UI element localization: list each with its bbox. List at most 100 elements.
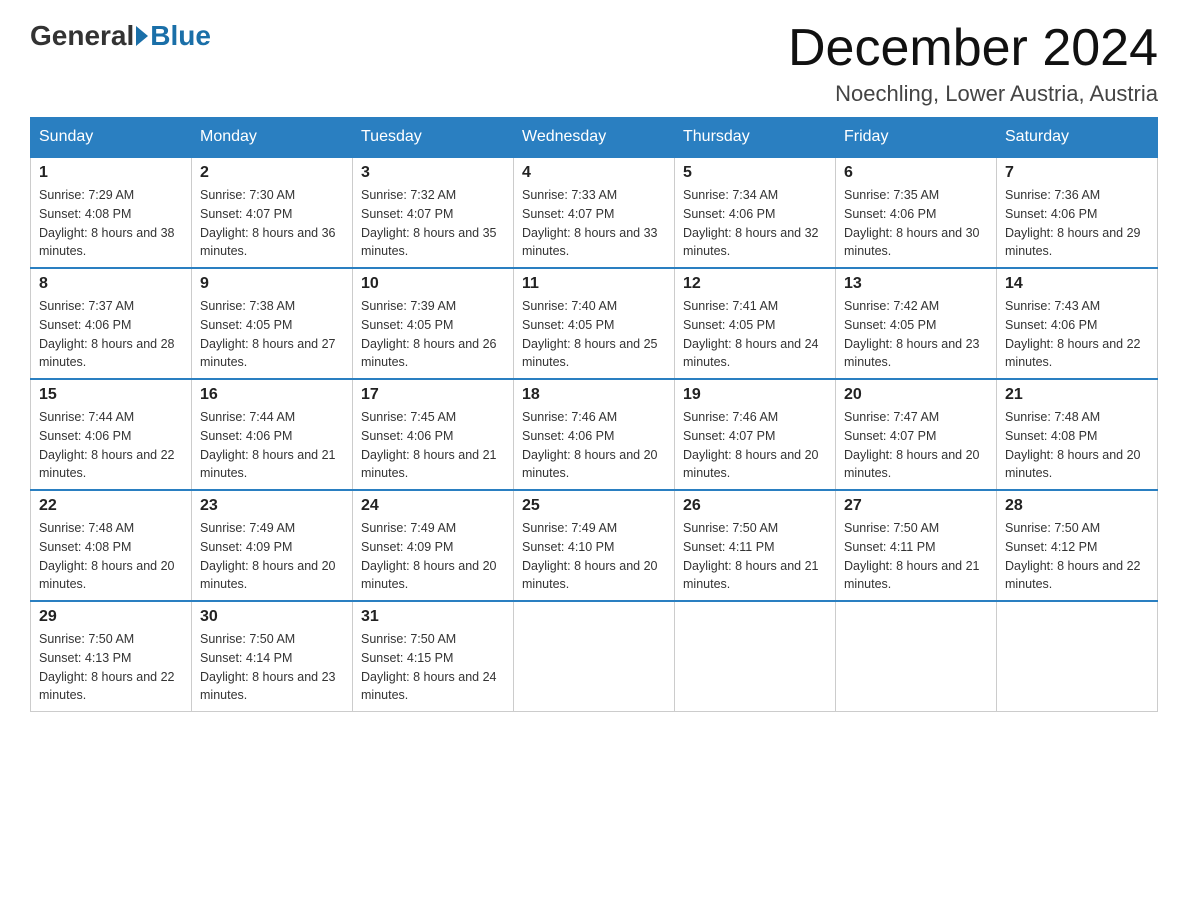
calendar-cell: 4 Sunrise: 7:33 AMSunset: 4:07 PMDayligh… <box>514 157 675 268</box>
day-number: 22 <box>39 497 183 515</box>
day-number: 3 <box>361 164 505 182</box>
day-info: Sunrise: 7:49 AMSunset: 4:10 PMDaylight:… <box>522 519 666 594</box>
day-number: 18 <box>522 386 666 404</box>
day-number: 30 <box>200 608 344 626</box>
day-number: 28 <box>1005 497 1149 515</box>
calendar-cell: 19 Sunrise: 7:46 AMSunset: 4:07 PMDaylig… <box>675 379 836 490</box>
day-number: 9 <box>200 275 344 293</box>
week-row-4: 22 Sunrise: 7:48 AMSunset: 4:08 PMDaylig… <box>31 490 1158 601</box>
logo-blue-text: Blue <box>150 20 211 52</box>
day-number: 20 <box>844 386 988 404</box>
day-info: Sunrise: 7:42 AMSunset: 4:05 PMDaylight:… <box>844 297 988 372</box>
calendar-cell: 12 Sunrise: 7:41 AMSunset: 4:05 PMDaylig… <box>675 268 836 379</box>
day-info: Sunrise: 7:39 AMSunset: 4:05 PMDaylight:… <box>361 297 505 372</box>
day-number: 11 <box>522 275 666 293</box>
day-number: 21 <box>1005 386 1149 404</box>
day-info: Sunrise: 7:40 AMSunset: 4:05 PMDaylight:… <box>522 297 666 372</box>
day-number: 12 <box>683 275 827 293</box>
calendar-cell: 29 Sunrise: 7:50 AMSunset: 4:13 PMDaylig… <box>31 601 192 712</box>
day-info: Sunrise: 7:48 AMSunset: 4:08 PMDaylight:… <box>39 519 183 594</box>
day-number: 13 <box>844 275 988 293</box>
calendar-cell: 31 Sunrise: 7:50 AMSunset: 4:15 PMDaylig… <box>353 601 514 712</box>
calendar-cell: 15 Sunrise: 7:44 AMSunset: 4:06 PMDaylig… <box>31 379 192 490</box>
day-number: 25 <box>522 497 666 515</box>
calendar-cell: 11 Sunrise: 7:40 AMSunset: 4:05 PMDaylig… <box>514 268 675 379</box>
calendar-cell <box>997 601 1158 712</box>
week-row-5: 29 Sunrise: 7:50 AMSunset: 4:13 PMDaylig… <box>31 601 1158 712</box>
day-number: 26 <box>683 497 827 515</box>
day-number: 24 <box>361 497 505 515</box>
day-number: 15 <box>39 386 183 404</box>
calendar-cell: 28 Sunrise: 7:50 AMSunset: 4:12 PMDaylig… <box>997 490 1158 601</box>
calendar-cell: 6 Sunrise: 7:35 AMSunset: 4:06 PMDayligh… <box>836 157 997 268</box>
calendar-cell: 22 Sunrise: 7:48 AMSunset: 4:08 PMDaylig… <box>31 490 192 601</box>
day-info: Sunrise: 7:38 AMSunset: 4:05 PMDaylight:… <box>200 297 344 372</box>
calendar-cell <box>514 601 675 712</box>
calendar-cell <box>675 601 836 712</box>
calendar-cell: 2 Sunrise: 7:30 AMSunset: 4:07 PMDayligh… <box>192 157 353 268</box>
calendar-cell: 26 Sunrise: 7:50 AMSunset: 4:11 PMDaylig… <box>675 490 836 601</box>
day-info: Sunrise: 7:50 AMSunset: 4:14 PMDaylight:… <box>200 630 344 705</box>
day-info: Sunrise: 7:47 AMSunset: 4:07 PMDaylight:… <box>844 408 988 483</box>
col-friday: Friday <box>836 118 997 158</box>
col-monday: Monday <box>192 118 353 158</box>
logo-general-text: General <box>30 20 134 52</box>
day-info: Sunrise: 7:50 AMSunset: 4:13 PMDaylight:… <box>39 630 183 705</box>
day-number: 23 <box>200 497 344 515</box>
logo: General Blue <box>30 20 211 52</box>
calendar-cell: 20 Sunrise: 7:47 AMSunset: 4:07 PMDaylig… <box>836 379 997 490</box>
day-info: Sunrise: 7:35 AMSunset: 4:06 PMDaylight:… <box>844 186 988 261</box>
day-number: 14 <box>1005 275 1149 293</box>
day-number: 8 <box>39 275 183 293</box>
day-number: 1 <box>39 164 183 182</box>
calendar-cell: 25 Sunrise: 7:49 AMSunset: 4:10 PMDaylig… <box>514 490 675 601</box>
day-info: Sunrise: 7:41 AMSunset: 4:05 PMDaylight:… <box>683 297 827 372</box>
day-info: Sunrise: 7:46 AMSunset: 4:07 PMDaylight:… <box>683 408 827 483</box>
calendar-cell: 18 Sunrise: 7:46 AMSunset: 4:06 PMDaylig… <box>514 379 675 490</box>
day-number: 17 <box>361 386 505 404</box>
day-info: Sunrise: 7:30 AMSunset: 4:07 PMDaylight:… <box>200 186 344 261</box>
day-number: 6 <box>844 164 988 182</box>
day-info: Sunrise: 7:49 AMSunset: 4:09 PMDaylight:… <box>200 519 344 594</box>
day-number: 31 <box>361 608 505 626</box>
title-section: December 2024 Noechling, Lower Austria, … <box>788 20 1158 107</box>
day-info: Sunrise: 7:50 AMSunset: 4:12 PMDaylight:… <box>1005 519 1149 594</box>
day-number: 27 <box>844 497 988 515</box>
day-number: 19 <box>683 386 827 404</box>
col-saturday: Saturday <box>997 118 1158 158</box>
col-tuesday: Tuesday <box>353 118 514 158</box>
day-info: Sunrise: 7:48 AMSunset: 4:08 PMDaylight:… <box>1005 408 1149 483</box>
calendar-cell: 27 Sunrise: 7:50 AMSunset: 4:11 PMDaylig… <box>836 490 997 601</box>
calendar-cell <box>836 601 997 712</box>
col-thursday: Thursday <box>675 118 836 158</box>
calendar-cell: 14 Sunrise: 7:43 AMSunset: 4:06 PMDaylig… <box>997 268 1158 379</box>
day-info: Sunrise: 7:37 AMSunset: 4:06 PMDaylight:… <box>39 297 183 372</box>
calendar-table: Sunday Monday Tuesday Wednesday Thursday… <box>30 117 1158 712</box>
week-row-2: 8 Sunrise: 7:37 AMSunset: 4:06 PMDayligh… <box>31 268 1158 379</box>
calendar-cell: 9 Sunrise: 7:38 AMSunset: 4:05 PMDayligh… <box>192 268 353 379</box>
calendar-cell: 10 Sunrise: 7:39 AMSunset: 4:05 PMDaylig… <box>353 268 514 379</box>
day-info: Sunrise: 7:44 AMSunset: 4:06 PMDaylight:… <box>200 408 344 483</box>
month-title: December 2024 <box>788 20 1158 77</box>
day-number: 4 <box>522 164 666 182</box>
calendar-cell: 16 Sunrise: 7:44 AMSunset: 4:06 PMDaylig… <box>192 379 353 490</box>
calendar-cell: 3 Sunrise: 7:32 AMSunset: 4:07 PMDayligh… <box>353 157 514 268</box>
calendar-cell: 1 Sunrise: 7:29 AMSunset: 4:08 PMDayligh… <box>31 157 192 268</box>
day-info: Sunrise: 7:36 AMSunset: 4:06 PMDaylight:… <box>1005 186 1149 261</box>
day-info: Sunrise: 7:50 AMSunset: 4:11 PMDaylight:… <box>844 519 988 594</box>
calendar-cell: 17 Sunrise: 7:45 AMSunset: 4:06 PMDaylig… <box>353 379 514 490</box>
calendar-cell: 30 Sunrise: 7:50 AMSunset: 4:14 PMDaylig… <box>192 601 353 712</box>
page-header: General Blue December 2024 Noechling, Lo… <box>30 20 1158 107</box>
day-info: Sunrise: 7:45 AMSunset: 4:06 PMDaylight:… <box>361 408 505 483</box>
day-number: 2 <box>200 164 344 182</box>
day-info: Sunrise: 7:33 AMSunset: 4:07 PMDaylight:… <box>522 186 666 261</box>
day-number: 29 <box>39 608 183 626</box>
day-info: Sunrise: 7:46 AMSunset: 4:06 PMDaylight:… <box>522 408 666 483</box>
day-info: Sunrise: 7:43 AMSunset: 4:06 PMDaylight:… <box>1005 297 1149 372</box>
calendar-cell: 8 Sunrise: 7:37 AMSunset: 4:06 PMDayligh… <box>31 268 192 379</box>
calendar-header-row: Sunday Monday Tuesday Wednesday Thursday… <box>31 118 1158 158</box>
day-info: Sunrise: 7:50 AMSunset: 4:11 PMDaylight:… <box>683 519 827 594</box>
week-row-3: 15 Sunrise: 7:44 AMSunset: 4:06 PMDaylig… <box>31 379 1158 490</box>
logo-arrow-icon <box>136 26 148 46</box>
day-info: Sunrise: 7:32 AMSunset: 4:07 PMDaylight:… <box>361 186 505 261</box>
